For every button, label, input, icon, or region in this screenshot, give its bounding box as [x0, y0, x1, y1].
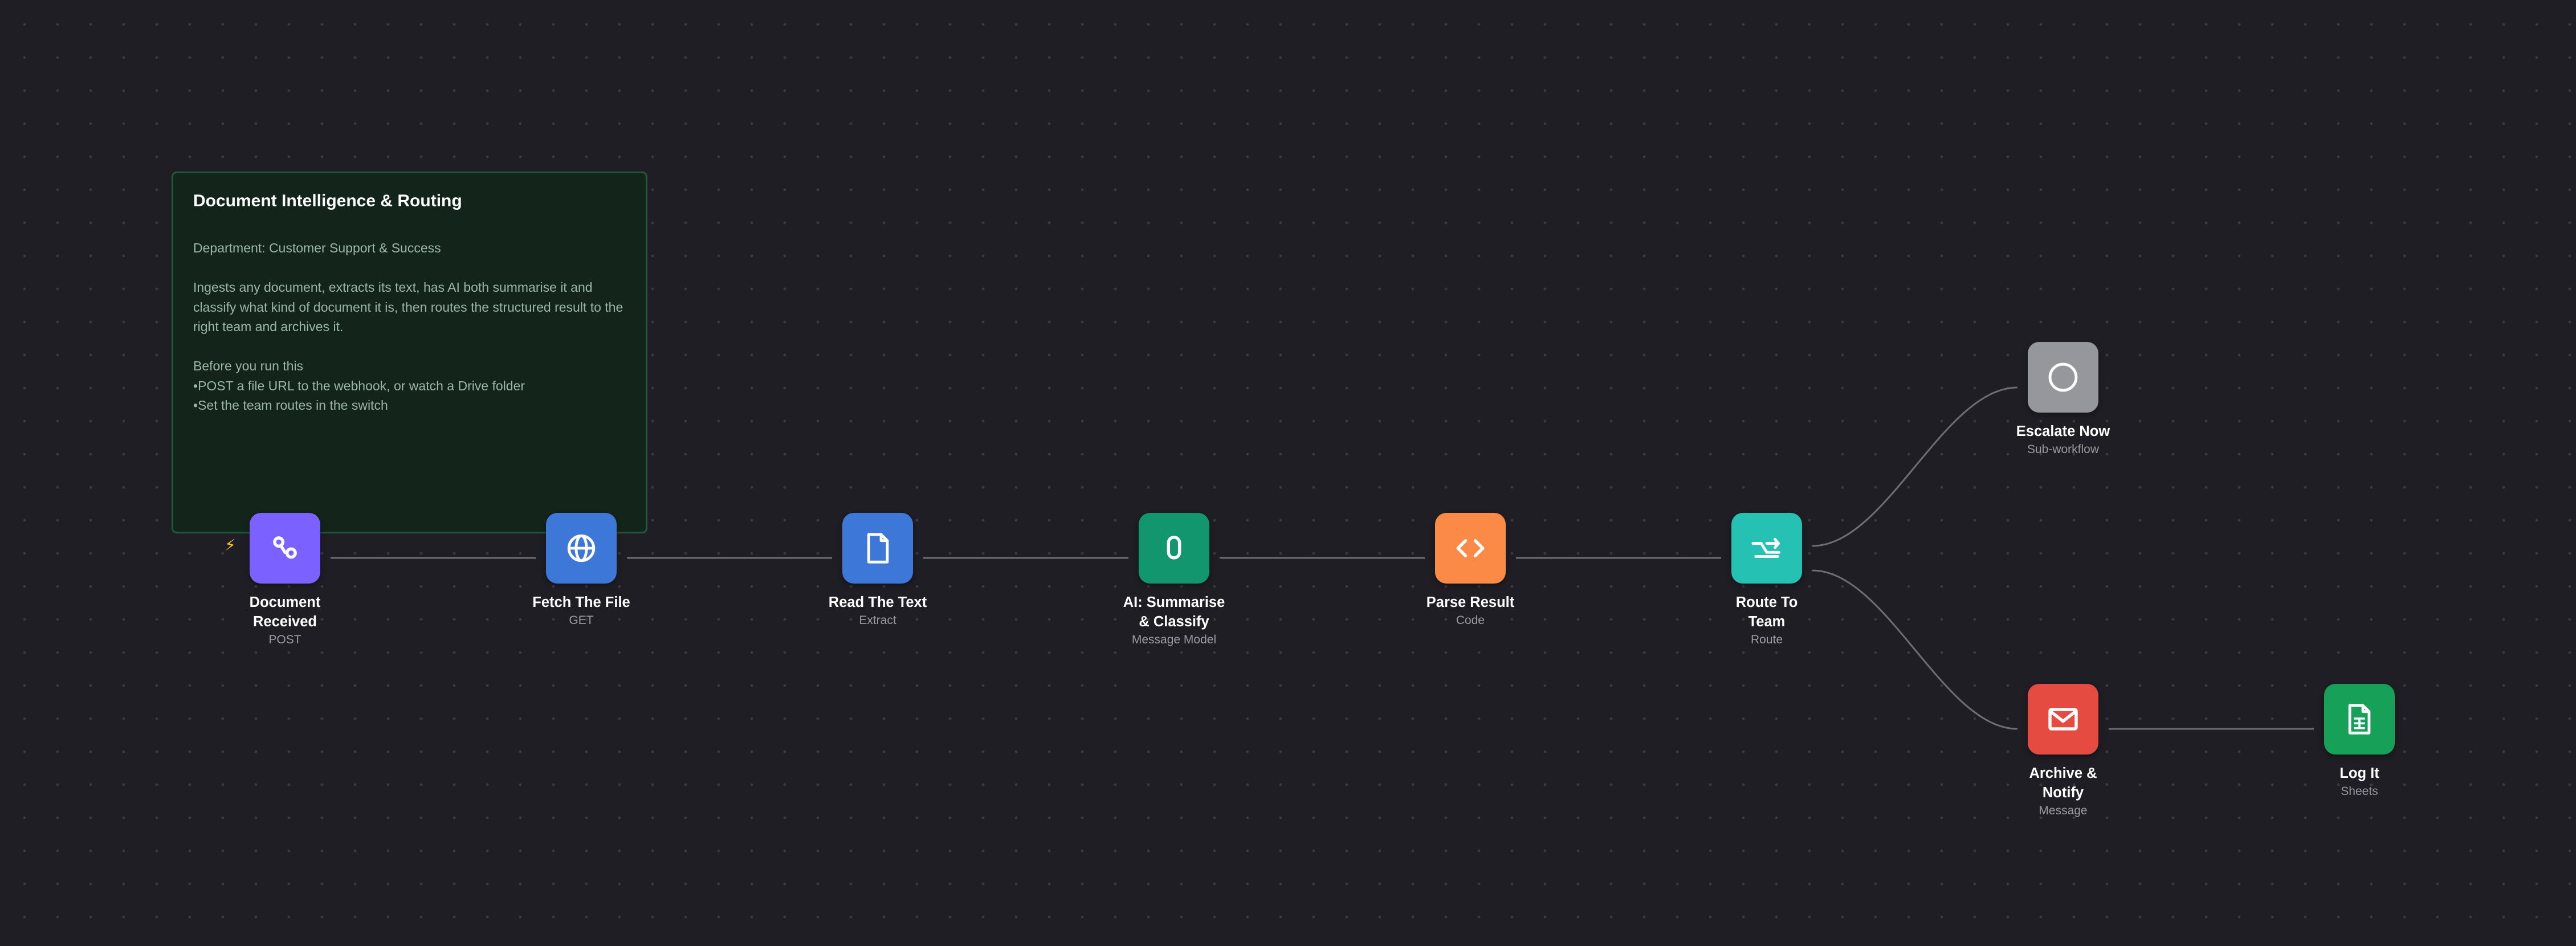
mail-icon: [2048, 708, 2078, 731]
node-name: AI: Summarise & Classify: [1123, 594, 1225, 630]
note-body: Department: Customer Support & Success I…: [193, 238, 626, 415]
node-tile[interactable]: [842, 513, 913, 584]
node-subtitle: Message: [2039, 804, 2088, 817]
node-name: Parse Result: [1426, 594, 1515, 610]
note-before-heading: Before you run this: [193, 358, 304, 373]
note-description: Ingests any document, extracts its text,…: [193, 280, 623, 334]
switch-icon: [1751, 537, 1781, 558]
note-before-list: POST a file URL to the webhook, or watch…: [193, 376, 626, 415]
node-name: Log It: [2339, 765, 2379, 781]
node-tile[interactable]: [250, 513, 320, 584]
node-subtitle: GET: [569, 614, 594, 627]
code-icon: [1456, 539, 1485, 558]
node-fetch-the-file[interactable]: Fetch The File GET: [502, 513, 661, 629]
node-route-to-team[interactable]: Route To Team Route: [1687, 513, 1847, 649]
node-name: Archive & Notify: [2029, 765, 2097, 801]
note-before-item: POST a file URL to the webhook, or watch…: [193, 376, 626, 396]
node-tile[interactable]: [1139, 513, 1209, 584]
circle-icon: [2048, 362, 2078, 392]
node-archive-notify[interactable]: Archive & Notify Message: [1983, 684, 2143, 819]
note-title: Document Intelligence & Routing: [193, 191, 462, 210]
node-name: Read The Text: [828, 594, 927, 610]
workflow-canvas[interactable]: Document Intelligence & Routing Departme…: [0, 0, 2576, 946]
node-tile[interactable]: [1731, 513, 1802, 584]
node-tile[interactable]: [2028, 684, 2098, 755]
node-tile[interactable]: [1435, 513, 1506, 584]
node-name: Fetch The File: [532, 594, 630, 610]
node-name: Route To Team: [1735, 594, 1798, 630]
node-name: Escalate Now: [2016, 423, 2110, 439]
node-subtitle: Sub-workflow: [2027, 443, 2100, 456]
node-subtitle: POST: [268, 633, 301, 646]
webhook-icon: [273, 536, 297, 559]
node-ai-summarise-classify[interactable]: AI: Summarise & Classify Message Model: [1094, 513, 1254, 649]
node-tile[interactable]: [546, 513, 617, 584]
node-subtitle: Route: [1750, 633, 1783, 646]
node-log-it[interactable]: Log It Sheets: [2280, 684, 2439, 800]
node-document-received[interactable]: Document Received POST: [205, 513, 365, 649]
node-read-the-text[interactable]: Read The Text Extract: [798, 513, 957, 629]
node-tile[interactable]: [2028, 342, 2098, 413]
node-tile[interactable]: [2324, 684, 2395, 755]
node-subtitle: Code: [1456, 614, 1485, 627]
node-escalate-now[interactable]: Escalate Now Sub-workflow: [1983, 342, 2143, 458]
node-subtitle: Message Model: [1131, 633, 1217, 646]
globe-icon: [567, 534, 596, 562]
sticky-note[interactable]: Document Intelligence & Routing Departme…: [172, 172, 647, 533]
node-subtitle: Sheets: [2341, 785, 2378, 798]
file-icon: [867, 533, 889, 564]
ai-model-icon: [1167, 535, 1181, 560]
note-before-item: Set the team routes in the switch: [193, 395, 626, 415]
note-department: Department: Customer Support & Success: [193, 240, 441, 255]
sheets-icon: [2348, 704, 2371, 735]
node-parse-result[interactable]: Parse Result Code: [1391, 513, 1550, 629]
node-name: Document Received: [249, 594, 321, 630]
node-subtitle: Extract: [859, 614, 896, 627]
